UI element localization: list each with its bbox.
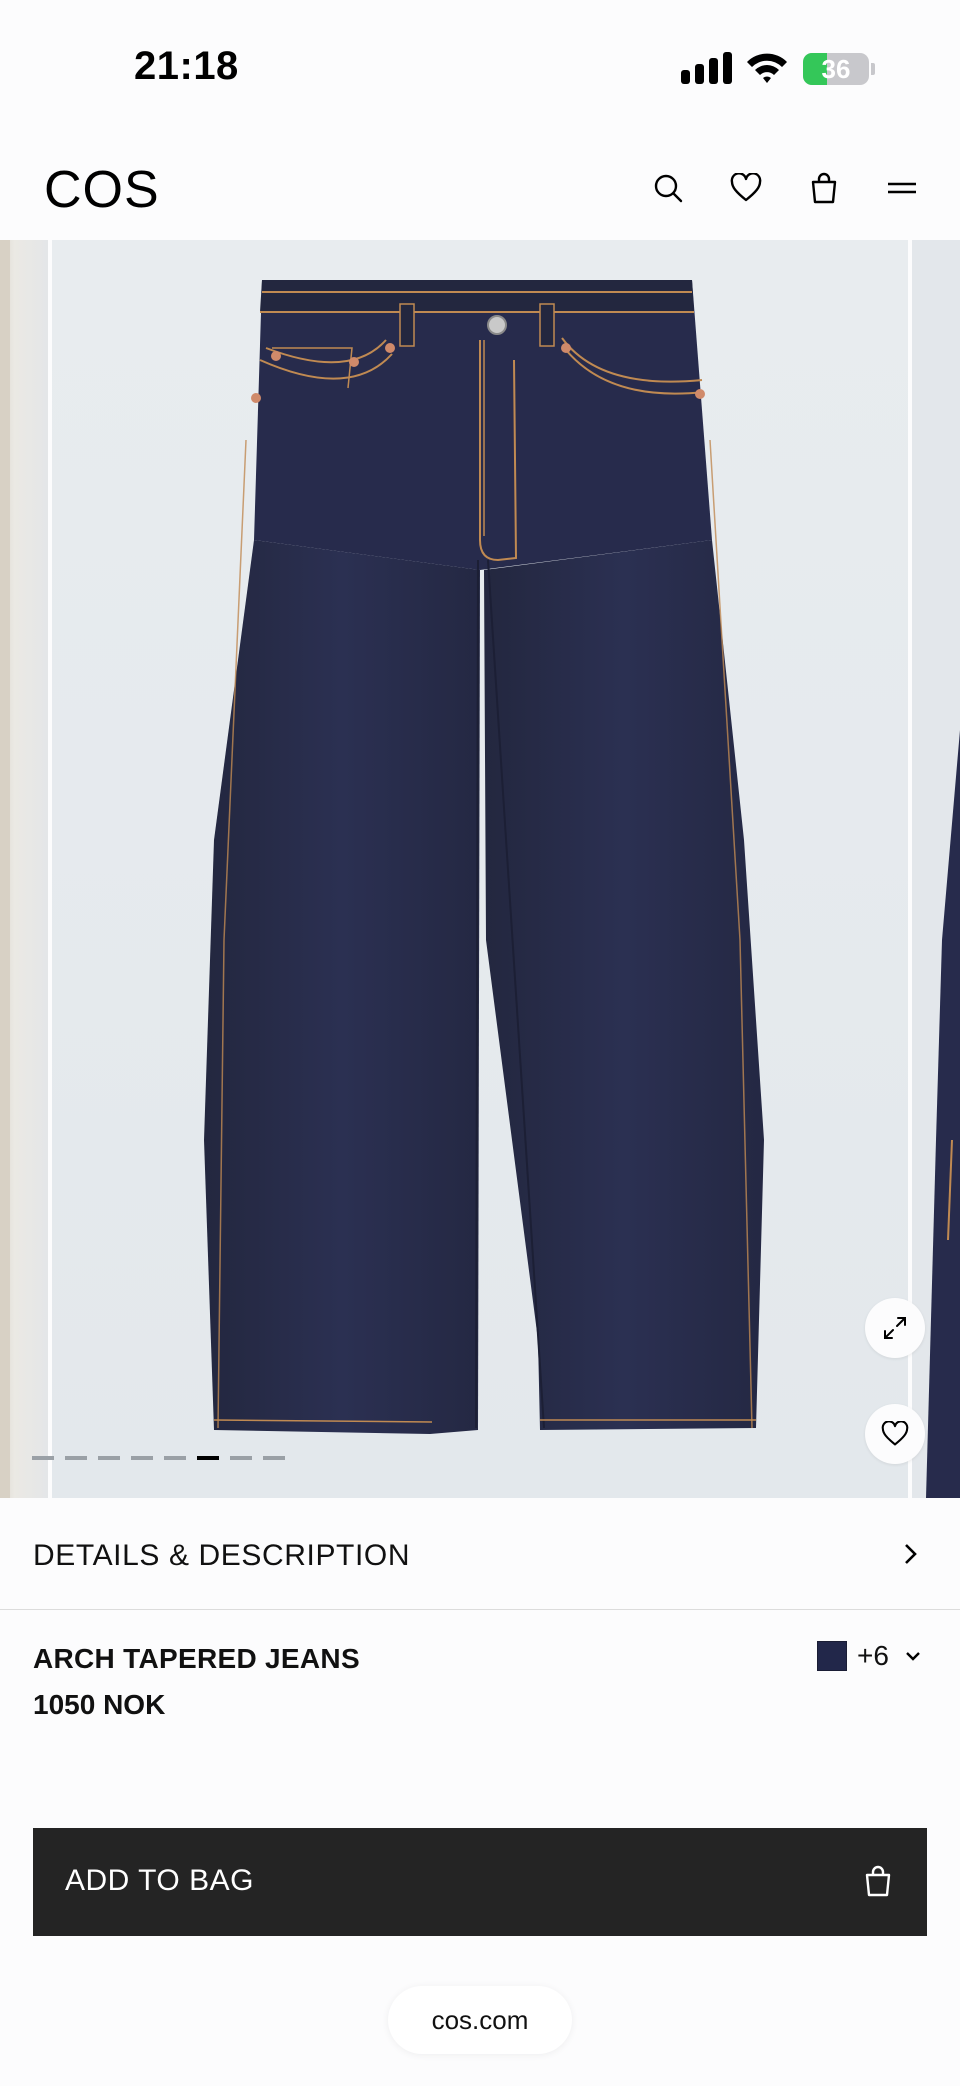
add-to-wishlist-heart-icon[interactable] (865, 1404, 925, 1464)
status-bar: 21:18 36 (0, 0, 960, 140)
status-time: 21:18 (134, 44, 239, 88)
carousel-pagination[interactable] (32, 1456, 285, 1460)
carousel-dot[interactable] (98, 1456, 120, 1460)
product-image-carousel[interactable] (0, 240, 960, 1498)
carousel-dot[interactable] (164, 1456, 186, 1460)
carousel-dot[interactable] (65, 1456, 87, 1460)
product-name: ARCH TAPERED JEANS (33, 1643, 360, 1674)
add-to-bag-label: ADD TO BAG (65, 1864, 254, 1897)
menu-icon[interactable] (880, 166, 924, 210)
bag-icon[interactable] (802, 166, 846, 210)
battery-level: 36 (821, 54, 851, 84)
carousel-dot[interactable] (131, 1456, 153, 1460)
signal-icon (681, 52, 732, 84)
previous-slide-peek[interactable] (0, 240, 48, 1498)
product-price: 1050 NOK (33, 1689, 166, 1720)
heart-icon[interactable] (724, 166, 768, 210)
details-label: DETAILS & DESCRIPTION (33, 1539, 411, 1572)
search-icon[interactable] (646, 166, 690, 210)
cos-logo[interactable]: COS (44, 160, 160, 220)
bag-icon (865, 1865, 891, 1897)
chevron-right-icon (905, 1544, 917, 1564)
site-header: COS (0, 140, 960, 240)
battery-charging-icon: 36 (803, 53, 869, 85)
add-to-bag-button[interactable]: ADD TO BAG (33, 1828, 927, 1936)
carousel-dot[interactable] (230, 1456, 252, 1460)
browser-url-bar[interactable]: cos.com (388, 1986, 572, 2054)
color-swatch[interactable] (817, 1641, 847, 1671)
more-colors-count: +6 (857, 1640, 889, 1671)
carousel-dot[interactable] (32, 1456, 54, 1460)
carousel-dot[interactable] (197, 1456, 219, 1460)
battery-tip (871, 63, 875, 75)
wifi-icon (747, 53, 787, 83)
carousel-dot[interactable] (263, 1456, 285, 1460)
jeans-illustration (204, 280, 764, 1434)
color-selector[interactable]: +6 (817, 1640, 923, 1672)
expand-icon[interactable] (865, 1298, 925, 1358)
details-and-description-row[interactable]: DETAILS & DESCRIPTION (0, 1498, 960, 1610)
chevron-down-icon (906, 1652, 920, 1661)
